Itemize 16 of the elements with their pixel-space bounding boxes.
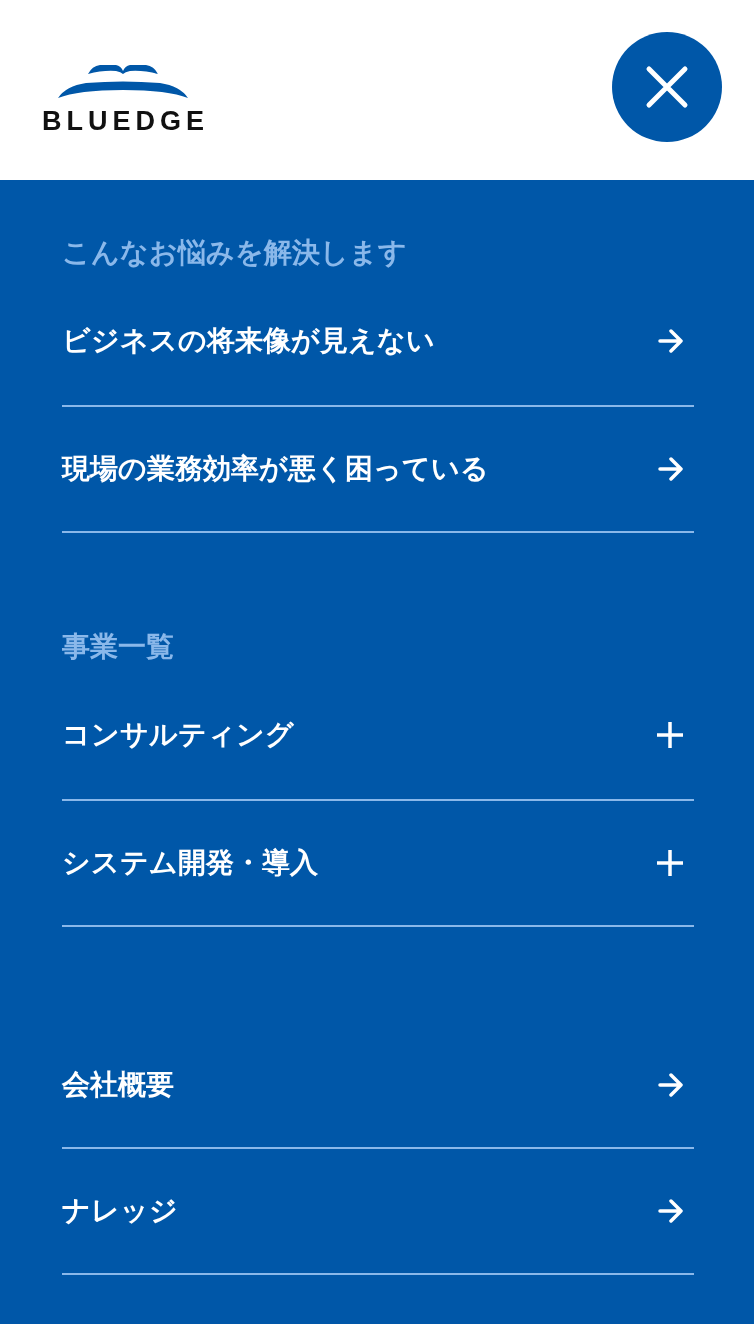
menu-item[interactable]: システム開発・導入 [62,801,694,927]
section-heading: 事業一覧 [62,629,175,665]
plus-icon [656,849,684,877]
section-heading: こんなお悩みを解決します [62,235,408,271]
plus-icon [656,721,684,749]
menu-item[interactable]: 会社概要 [62,1023,694,1149]
close-icon [645,65,689,109]
menu-item[interactable]: ビジネスの将来像が見えない [62,277,694,407]
menu-item[interactable]: コンサルティング [62,671,694,801]
menu-item[interactable]: ナレッジ [62,1149,694,1275]
arrow-right-icon [658,1199,684,1223]
arrow-right-icon [658,1073,684,1097]
menu-item[interactable]: 現場の業務効率が悪く困っている [62,407,694,533]
arrow-right-icon [658,457,684,481]
logo-text: BLUEDGE [42,107,209,135]
arrow-right-icon [658,329,684,353]
